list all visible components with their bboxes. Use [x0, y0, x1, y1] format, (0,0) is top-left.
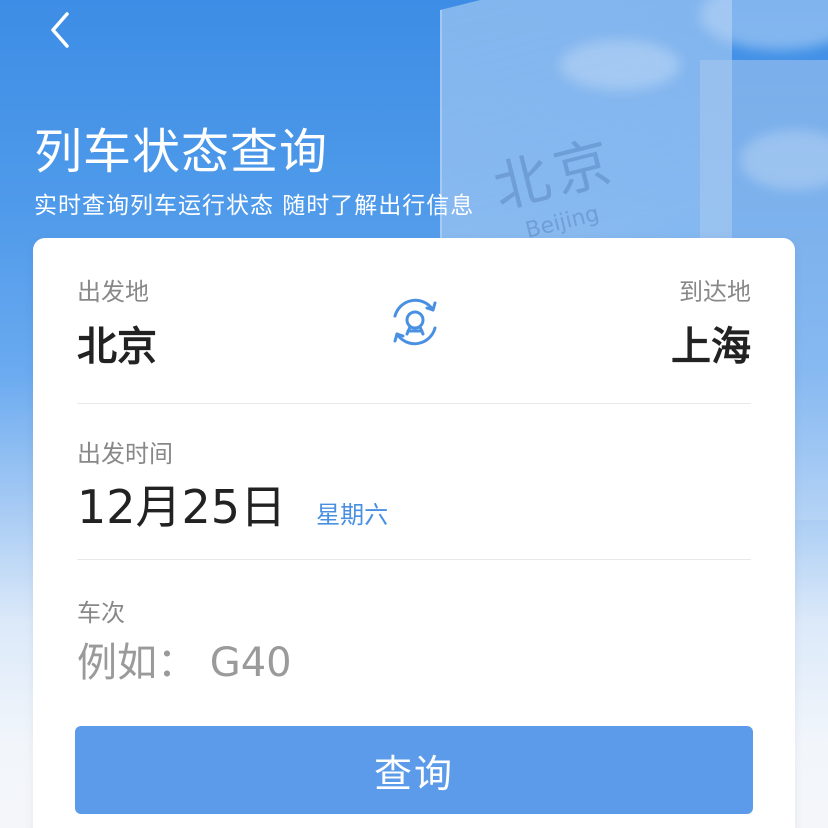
swap-railway-icon: [393, 298, 437, 346]
query-card: 出发地 北京 到达地 上海 出发时间 12月25日 星期六 车次 例如： G40…: [33, 238, 795, 828]
departure-date: 12月25日: [77, 480, 287, 534]
chevron-left-icon: [51, 12, 69, 48]
train-number-label: 车次: [77, 599, 125, 627]
departure-time-label: 出发时间: [77, 440, 173, 468]
route-selector: 出发地 北京 到达地 上海: [77, 268, 751, 403]
back-button[interactable]: [38, 8, 82, 52]
departure-station[interactable]: 北京: [77, 314, 157, 372]
departure-label: 出发地: [77, 278, 149, 306]
divider: [77, 559, 751, 560]
arrival-label: 到达地: [679, 278, 751, 306]
page-title: 列车状态查询: [34, 124, 329, 180]
arrival-station[interactable]: 上海: [671, 314, 751, 372]
departure-weekday: 星期六: [316, 501, 389, 529]
page-subtitle: 实时查询列车运行状态 随时了解出行信息: [34, 193, 475, 219]
swap-stations-button[interactable]: [383, 290, 447, 354]
divider: [77, 403, 751, 404]
departure-date-picker[interactable]: 12月25日 星期六: [77, 471, 388, 537]
query-button[interactable]: 查询: [75, 726, 753, 814]
train-status-screen: 北京 Beijing 列车状态查询 实时查询列车运行状态 随时了解出行信息 出发…: [0, 0, 828, 828]
train-number-input[interactable]: [77, 633, 717, 693]
